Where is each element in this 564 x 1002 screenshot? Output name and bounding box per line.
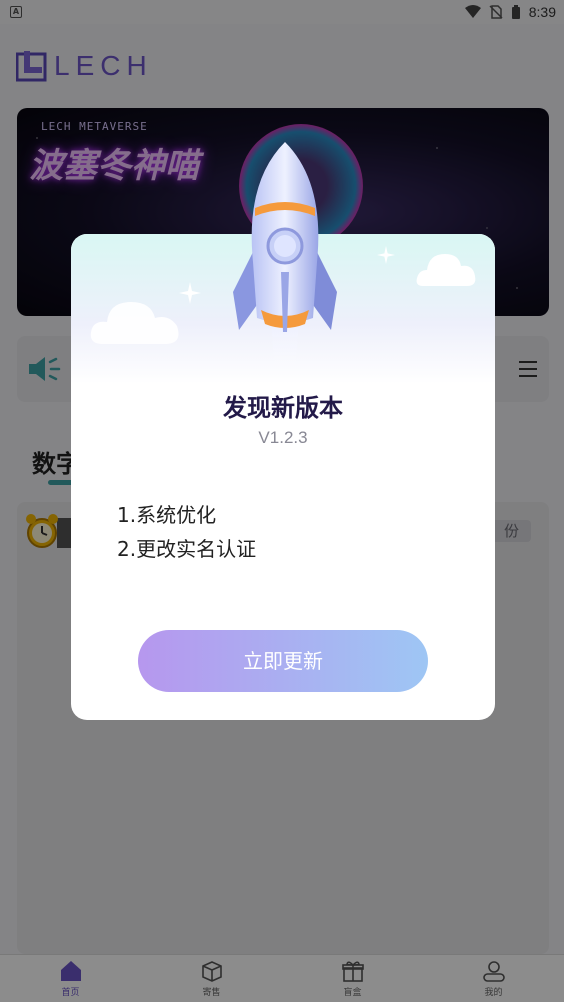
sparkle-icon: [377, 246, 395, 264]
version-label: V1.2.3: [258, 428, 308, 447]
rocket-icon: [233, 142, 337, 372]
sparkle-icon: [179, 282, 201, 304]
dialog-title: 发现新版本: [223, 394, 343, 422]
update-now-button[interactable]: 立即更新: [138, 630, 428, 692]
release-note-item: 1.系统优化: [117, 503, 217, 527]
cloud-right-icon: [416, 254, 476, 286]
release-notes: 1.系统优化 2.更改实名认证: [117, 498, 256, 566]
cloud-left-icon: [90, 302, 179, 344]
release-note-item: 2.更改实名认证: [117, 537, 257, 561]
